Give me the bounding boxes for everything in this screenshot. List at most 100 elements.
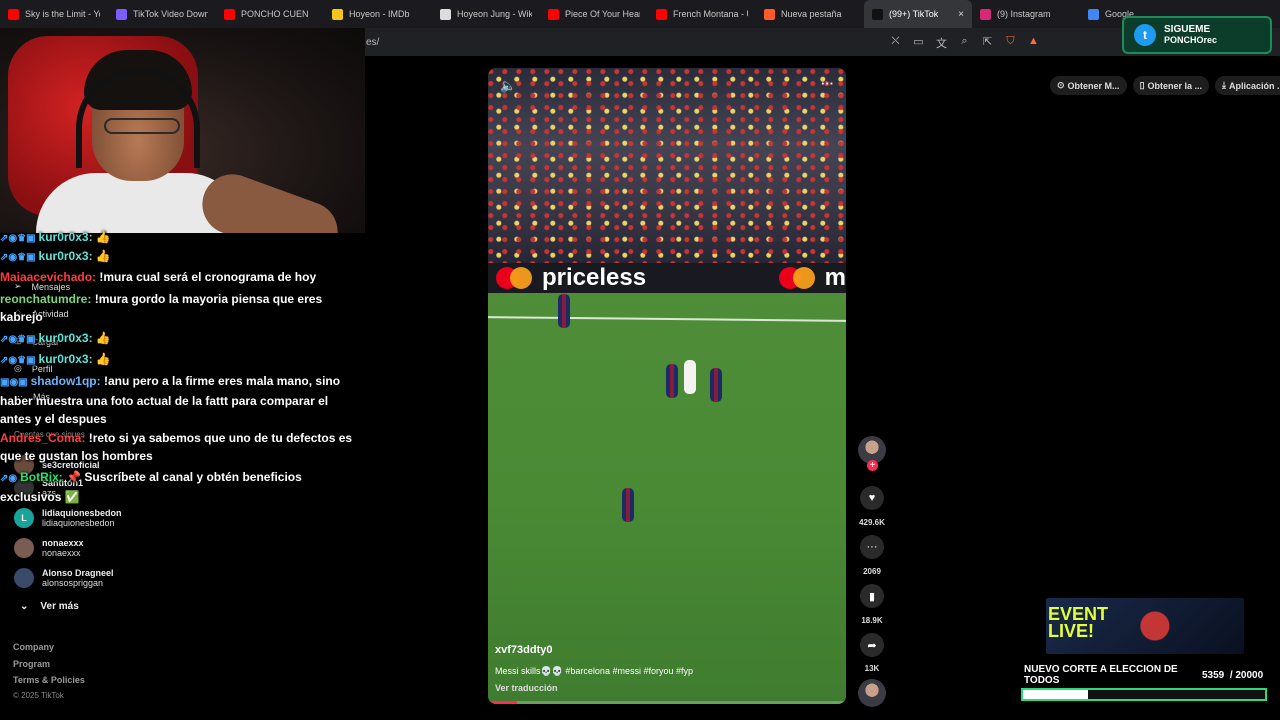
get-app-button[interactable]: ▯ Obtener la ... bbox=[1132, 76, 1210, 95]
tab-label: TikTok Video Downl bbox=[133, 9, 208, 19]
address-bar-icons: ⛌ ▭ 文 ⌕ ⇱ ⛉ ▲ bbox=[889, 35, 1040, 51]
footer-link-terms[interactable]: Terms & Policies bbox=[13, 675, 85, 685]
tab-favicon-icon bbox=[440, 8, 451, 20]
video-author[interactable]: xvf73ddty0 bbox=[495, 644, 552, 656]
streamer-arm bbox=[193, 165, 347, 233]
tab-label: Hoyeon - IMDb bbox=[349, 9, 410, 19]
twitter-bird-icon: t bbox=[1134, 24, 1156, 46]
chat-badges-icon: ⇗◉♛▣ bbox=[0, 355, 36, 366]
download-icon: ⤓ bbox=[1222, 80, 1227, 90]
screenshot-icon[interactable]: ▭ bbox=[912, 35, 925, 51]
brave-rewards-icon[interactable]: ▲ bbox=[1027, 35, 1040, 51]
mastercard-logo-icon bbox=[496, 267, 532, 289]
tab-favicon-icon bbox=[116, 8, 127, 20]
browser-tab[interactable]: (9) Instagram bbox=[972, 0, 1080, 28]
tab-favicon-icon bbox=[872, 8, 883, 20]
see-translation-link[interactable]: Ver traducción bbox=[495, 683, 558, 693]
address-url[interactable]: es/ bbox=[366, 37, 379, 48]
twitter-badge-line2: PONCHOrec bbox=[1164, 35, 1218, 45]
video-progress-bar[interactable] bbox=[488, 701, 846, 704]
ad-board-text: priceless bbox=[542, 264, 647, 291]
see-more-button[interactable]: ⌄ Ver más bbox=[20, 601, 79, 612]
tab-favicon-icon bbox=[764, 8, 775, 20]
chat-message: ⇗◉♛▣ kur0r0x3: 👍 bbox=[0, 228, 360, 248]
chat-message: ⇗◉ BotRix: 📌 Suscríbete al canal y obtén … bbox=[0, 470, 302, 504]
video-more-options-icon[interactable]: ··· bbox=[821, 76, 834, 91]
tab-favicon-icon bbox=[332, 8, 343, 20]
chat-message: Andres_Coma: !reto si ya sabemos que uno… bbox=[0, 431, 353, 463]
ad-board-text-2: m bbox=[824, 264, 846, 291]
chat-message: ⇗◉♛▣ kur0r0x3: 👍 bbox=[0, 247, 360, 267]
tab-label: (9) Instagram bbox=[997, 9, 1051, 19]
following-account[interactable]: Alonso Dragneel alonsospriggan bbox=[14, 568, 114, 588]
share-arrow-icon[interactable]: ➦ bbox=[860, 633, 884, 657]
ad-board: priceless m bbox=[488, 263, 846, 293]
footer-link-company[interactable]: Company bbox=[13, 642, 54, 652]
goal-progress-fill bbox=[1023, 690, 1088, 699]
heart-icon[interactable]: ♥ bbox=[860, 486, 884, 510]
tab-favicon-icon bbox=[8, 8, 19, 20]
browser-tab[interactable]: French Montana - U bbox=[648, 0, 756, 28]
mastercard-logo-icon bbox=[778, 267, 815, 289]
share-count: 13K bbox=[864, 664, 880, 673]
chat-message: ⇗◉♛▣ kur0r0x3: 👍 bbox=[0, 350, 360, 370]
coins-icon: ⊙ bbox=[1057, 80, 1065, 90]
tab-label: Sky is the Limit - Yo bbox=[25, 9, 100, 19]
sound-avatar[interactable] bbox=[858, 679, 886, 707]
chat-message: ▣◉▣ shadow1qp: !anu pero a la firme eres … bbox=[0, 374, 341, 426]
tab-label: PONCHO CUEN bbox=[241, 9, 309, 19]
tab-label: Nueva pestaña bbox=[781, 9, 842, 19]
get-coins-button[interactable]: ⊙ Obtener M... bbox=[1050, 76, 1127, 95]
browser-tab[interactable]: TikTok Video Downl bbox=[108, 0, 216, 28]
browser-tab[interactable]: PONCHO CUEN bbox=[216, 0, 324, 28]
webcam-feed bbox=[0, 28, 365, 233]
follow-plus-icon[interactable]: + bbox=[867, 460, 878, 471]
browser-tab[interactable]: Hoyeon Jung - Wiki bbox=[432, 0, 540, 28]
chat-message: Maiaacevichado: !mura cual será el crono… bbox=[0, 270, 317, 284]
bookmark-icon[interactable]: ▮ bbox=[860, 584, 884, 608]
brave-shields-icon[interactable]: ⛉ bbox=[1004, 35, 1017, 51]
tab-label: (99+) TikTok bbox=[889, 9, 939, 19]
comment-icon[interactable]: ··· bbox=[860, 535, 884, 559]
video-caption: Messi skills💀💀 #barcelona #messi #foryou… bbox=[495, 666, 693, 676]
tab-favicon-icon bbox=[224, 8, 235, 20]
footer-link-program[interactable]: Program bbox=[13, 659, 50, 669]
zoom-icon[interactable]: ⌕ bbox=[958, 35, 971, 51]
video-progress-fill bbox=[488, 701, 517, 704]
share-icon[interactable]: ⇱ bbox=[981, 35, 994, 51]
volume-icon[interactable]: 🔈 bbox=[500, 78, 516, 94]
tab-favicon-icon bbox=[1088, 8, 1099, 20]
comment-count: 2069 bbox=[863, 567, 881, 576]
translate-icon[interactable]: 文 bbox=[935, 35, 948, 51]
browser-tab[interactable]: Piece Of Your Heart bbox=[540, 0, 648, 28]
chevron-down-icon: ⌄ bbox=[20, 601, 29, 612]
tab-favicon-icon bbox=[656, 8, 667, 20]
browser-tab[interactable]: Sky is the Limit - Yo bbox=[0, 0, 108, 28]
browser-tab[interactable]: (99+) TikTok × bbox=[864, 0, 972, 28]
event-promo-line: LIVE! bbox=[1048, 621, 1095, 641]
twitter-badge-line1: SIGUEME bbox=[1164, 24, 1211, 35]
chat-badges-icon: ▣◉▣ bbox=[0, 377, 28, 388]
save-count: 18.9K bbox=[861, 616, 883, 625]
glasses bbox=[104, 118, 180, 134]
chat-message: reonchatumdre: !mura gordo la mayoria pi… bbox=[0, 292, 323, 324]
translate-off-icon[interactable]: ⛌ bbox=[889, 35, 902, 51]
like-count: 429.6K bbox=[859, 518, 885, 527]
football-pitch bbox=[488, 293, 846, 704]
browser-tab[interactable]: Hoyeon - IMDb bbox=[324, 0, 432, 28]
following-account[interactable]: nonaexxx nonaexxx bbox=[14, 538, 84, 558]
chat-badges-icon: ⇗◉♛▣ bbox=[0, 252, 36, 263]
phone-icon: ▯ bbox=[1139, 80, 1145, 90]
goal-progress-bar bbox=[1021, 688, 1267, 701]
goal-count: 5359 / 20000 bbox=[1202, 670, 1264, 681]
player bbox=[666, 364, 678, 398]
browser-tab[interactable]: Nueva pestaña bbox=[756, 0, 864, 28]
following-account[interactable]: L lidiaquionesbedon lidiaquionesbedon bbox=[14, 508, 122, 528]
chat-badges-icon: ⇗◉♛▣ bbox=[0, 233, 36, 244]
avatar: L bbox=[14, 508, 34, 528]
avatar bbox=[14, 568, 34, 588]
twitter-follow-badge: t SIGUEME PONCHOrec bbox=[1122, 16, 1272, 54]
desktop-app-button[interactable]: ⤓ Aplicación ... bbox=[1215, 76, 1280, 95]
video-player[interactable]: priceless m 🔈 ··· xvf73ddty0 Messi skill… bbox=[488, 68, 846, 704]
tab-close-icon[interactable]: × bbox=[958, 9, 964, 20]
